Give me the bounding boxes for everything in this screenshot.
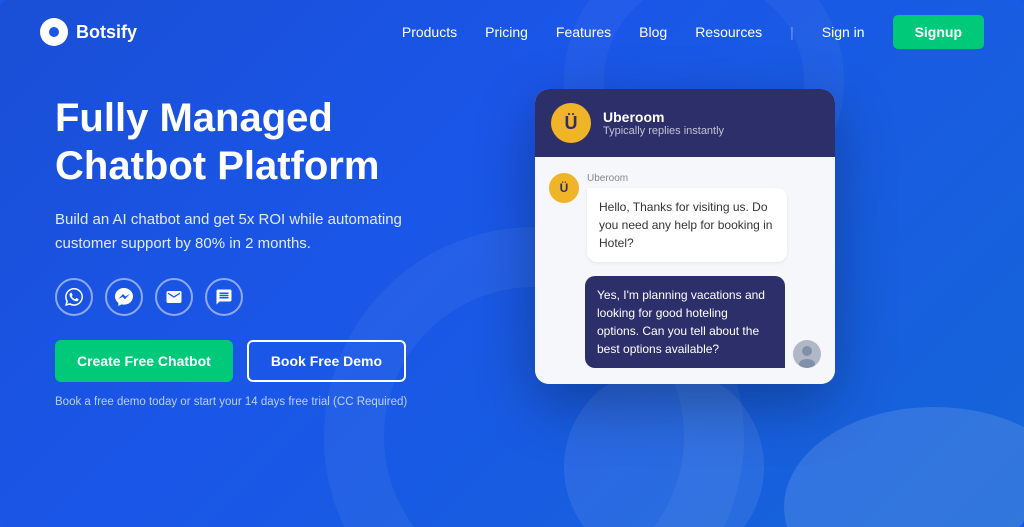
chat-bot-status: Typically replies instantly — [603, 125, 724, 137]
email-icon[interactable] — [155, 278, 193, 316]
nav-link-features[interactable]: Features — [556, 24, 611, 40]
nav-link-blog[interactable]: Blog — [639, 24, 667, 40]
hero-title: Fully Managed Chatbot Platform — [55, 94, 475, 190]
logo-text: Botsify — [76, 22, 137, 43]
chat-user-avatar — [793, 340, 821, 368]
chat-user-bubble: Yes, I'm planning vacations and looking … — [585, 276, 785, 368]
chat-body: Ü Uberoom Hello, Thanks for visiting us.… — [535, 157, 835, 384]
logo-area: Botsify — [40, 18, 137, 46]
chat-bot-name: Uberoom — [603, 109, 724, 125]
main-content: Fully Managed Chatbot Platform Build an … — [0, 64, 1024, 527]
create-chatbot-button[interactable]: Create Free Chatbot — [55, 340, 233, 382]
nav-signin-link[interactable]: Sign in — [822, 24, 865, 40]
chat-bot-bubble: Hello, Thanks for visiting us. Do you ne… — [587, 188, 787, 262]
nav-link-resources[interactable]: Resources — [695, 24, 762, 40]
page-wrapper: Botsify Products Pricing Features Blog R… — [0, 0, 1024, 527]
whatsapp-icon[interactable] — [55, 278, 93, 316]
chat-header-info: Uberoom Typically replies instantly — [603, 109, 724, 137]
nav-link-products[interactable]: Products — [402, 24, 457, 40]
logo-icon — [40, 18, 68, 46]
chat-bot-message: Ü Uberoom Hello, Thanks for visiting us.… — [549, 173, 821, 262]
hero-title-line2: Chatbot Platform — [55, 144, 379, 188]
nav-divider: | — [790, 24, 794, 40]
chat-header: Ü Uberoom Typically replies instantly — [535, 89, 835, 157]
chat-bot-sender: Uberoom — [587, 173, 787, 184]
social-icons — [55, 278, 475, 316]
chat-icon[interactable] — [205, 278, 243, 316]
chat-bot-avatar: Ü — [549, 173, 579, 203]
chat-bot-bubble-wrap: Uberoom Hello, Thanks for visiting us. D… — [587, 173, 787, 262]
disclaimer-text: Book a free demo today or start your 14 … — [55, 396, 475, 408]
nav-link-pricing[interactable]: Pricing — [485, 24, 528, 40]
book-demo-button[interactable]: Book Free Demo — [247, 340, 406, 382]
hero-subtitle: Build an AI chatbot and get 5x ROI while… — [55, 208, 415, 256]
nav-links: Products Pricing Features Blog Resources… — [402, 15, 984, 49]
signup-button[interactable]: Signup — [893, 15, 984, 49]
chat-user-message: Yes, I'm planning vacations and looking … — [549, 276, 821, 368]
left-content: Fully Managed Chatbot Platform Build an … — [55, 84, 475, 408]
messenger-icon[interactable] — [105, 278, 143, 316]
hero-title-line1: Fully Managed — [55, 96, 333, 140]
navbar: Botsify Products Pricing Features Blog R… — [0, 0, 1024, 64]
chat-header-avatar: Ü — [551, 103, 591, 143]
chat-widget: Ü Uberoom Typically replies instantly Ü … — [535, 89, 835, 384]
right-content: Ü Uberoom Typically replies instantly Ü … — [505, 84, 865, 384]
cta-buttons: Create Free Chatbot Book Free Demo — [55, 340, 475, 382]
